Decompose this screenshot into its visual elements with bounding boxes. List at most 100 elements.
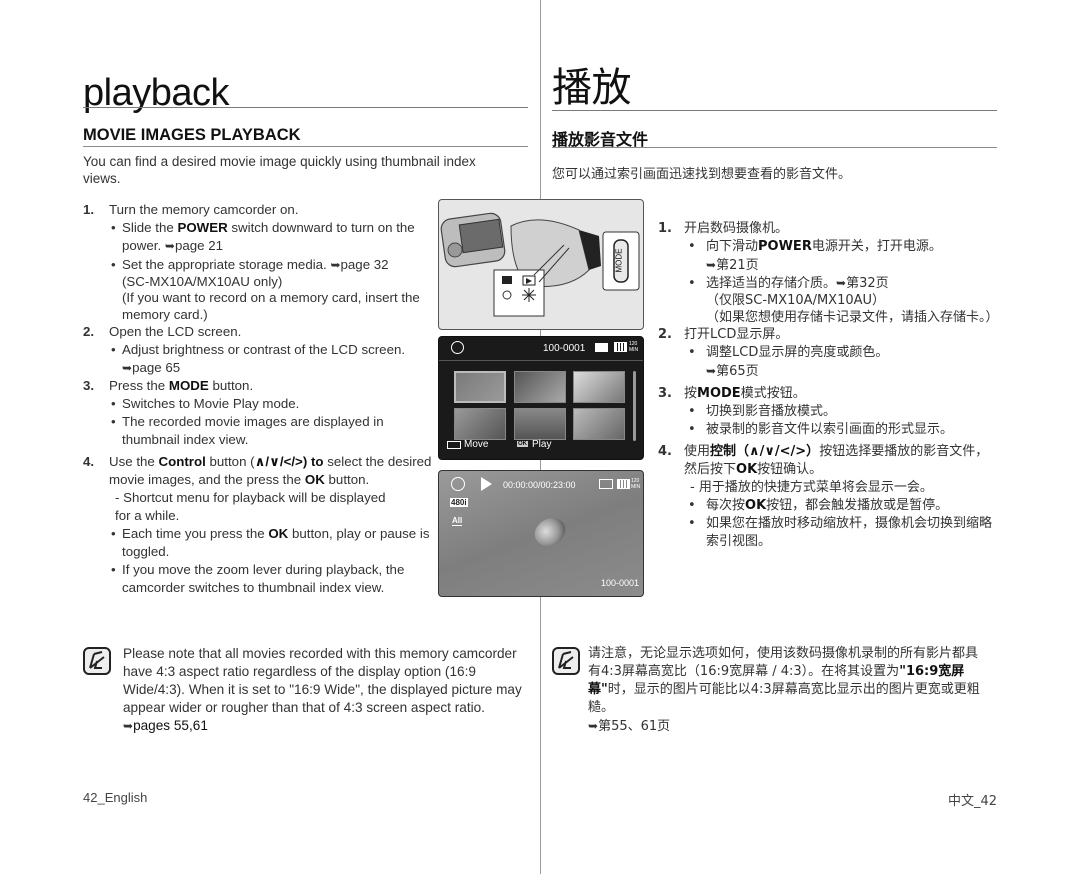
scrollbar[interactable]: [633, 371, 636, 441]
step-bullet: • 每次按OK按钮，都会触发播放或是暂停。: [688, 498, 949, 513]
step-bullet: • 如果您在播放时移动缩放杆，摄像机会切换到缩略索引视图。: [688, 516, 993, 549]
page-footer: 中文_42: [947, 794, 997, 809]
page-ref: page 32: [340, 257, 389, 272]
page-ref: 第21页: [716, 258, 759, 273]
step-bullet: • Adjust brightness or contrast of the L…: [111, 342, 406, 375]
step-1: 1. Turn the memory camcorder on. • Slide…: [83, 201, 433, 323]
thumbnail-3[interactable]: [573, 371, 625, 403]
note-pencil-icon: [552, 647, 580, 675]
page-ref-arrow-icon: ➥: [588, 719, 599, 733]
step-bullet: • 选择适当的存储介质。➥第32页 （仅限SC-MX10A/MX10AU） （如…: [688, 276, 999, 325]
movie-mode-icon: [451, 341, 464, 354]
step-bullet: • 切换到影音播放模式。: [688, 404, 837, 419]
timecode: 00:00:00/00:23:00: [503, 480, 576, 490]
ladybug-image: [529, 512, 571, 552]
page-ref: page 65: [132, 360, 181, 375]
step-text: 开启数码摄像机。: [684, 221, 789, 236]
step-bullet: • Switches to Movie Play mode.: [111, 396, 300, 411]
step-bullet: • 调整LCD显示屏的亮度或颜色。 ➥第65页: [688, 345, 889, 379]
move-icon: [447, 441, 461, 449]
page-ref: 第65页: [716, 364, 759, 379]
step-number: 3.: [658, 386, 672, 401]
control-arrows-icon: ∧/∨/</>: [254, 454, 303, 469]
page-ref: 第32页: [846, 276, 889, 291]
step-3: 3. 按MODE模式按钮。 • 切换到影音播放模式。 • 被录制的影音文件以索引画面…: [658, 385, 998, 439]
section-rule: [83, 146, 528, 147]
step-text: Open the LCD screen.: [109, 324, 242, 339]
step-text: Turn the memory camcorder on.: [109, 202, 299, 217]
note-text: 请注意，无论显示选项如何，使用该数码摄像机录制的所有影片都具有4:3屏幕高宽比（…: [588, 646, 980, 734]
thumbnail-6[interactable]: [573, 408, 625, 440]
page-ref-arrow-icon: ➥: [836, 276, 847, 290]
movie-mode-icon: [451, 477, 465, 491]
page-ref-arrow-icon: ➥: [164, 239, 175, 253]
page-footer: 42_English: [83, 790, 148, 805]
battery-icon: [617, 479, 630, 489]
step-3: 3. Press the MODE button. • Switches to M…: [83, 377, 433, 449]
step-bullet: • Set the appropriate storage media. ➥pa…: [111, 257, 420, 322]
step-2: 2. Open the LCD screen. • Adjust brightn…: [83, 323, 433, 377]
play-label: Play: [532, 439, 552, 450]
thumbnail-5[interactable]: [514, 408, 566, 440]
page-ref-arrow-icon: ➥: [122, 361, 133, 375]
step-number: 4.: [83, 454, 95, 469]
step-bullet: • Each time you press the OK button, pla…: [111, 526, 430, 559]
title-rule: [83, 107, 528, 108]
step-number: 1.: [658, 221, 672, 236]
step-2: 2. 打开LCD显示屏。 • 调整LCD显示屏的亮度或颜色。 ➥第65页: [658, 326, 998, 381]
steps-list: 1. 开启数码摄像机。 • 向下滑动POWER电源开关，打开电源。 ➥第21页 …: [658, 220, 999, 551]
step-note: - Shortcut menu for playback will be dis…: [115, 490, 386, 523]
battery-time: 120 MIN: [631, 478, 641, 490]
step-text: Use the Control button (∧/∨/</>) to sele…: [109, 454, 432, 487]
step-bullet: • Slide the POWER switch downward to tur…: [111, 220, 415, 253]
page-ref: 第55、61页: [598, 719, 671, 734]
step-number: 2.: [658, 327, 672, 342]
playback-screen: 00:00:00/00:23:00 120 MIN 480i All 100-0…: [438, 470, 644, 597]
step-text: 按MODE模式按钮。: [684, 386, 806, 401]
control-arrows-icon: （∧/∨/</>）: [736, 444, 820, 459]
quality-badge: 480i: [450, 498, 468, 507]
memory-card-icon: [599, 479, 613, 489]
step-number: 2.: [83, 324, 95, 339]
step-bullet: • If you move the zoom lever during playb…: [111, 562, 405, 595]
play-icon: [481, 477, 492, 491]
step-bullet: • 向下滑动POWER电源开关，打开电源。 ➥第21页: [688, 239, 942, 273]
intro-text: 您可以通过索引画面迅速找到想要查看的影音文件。: [552, 167, 852, 182]
camcorder-illustration: MODE: [438, 199, 644, 330]
page-ref-arrow-icon: ➥: [706, 364, 717, 378]
step-number: 3.: [83, 378, 95, 393]
section-title: MOVIE IMAGES PLAYBACK: [83, 126, 301, 144]
mode-button-label: MODE: [614, 248, 624, 273]
page-title: 播放: [552, 65, 632, 111]
page-ref-arrow-icon: ➥: [706, 258, 717, 272]
step-4: 4. 使用控制（∧/∨/</>）按钮选择要播放的影音文件，然后按下OK按钮确认。…: [658, 443, 998, 551]
thumbnail-1[interactable]: [454, 371, 506, 403]
step-text: 使用控制（∧/∨/</>）按钮选择要播放的影音文件，然后按下OK按钮确认。: [684, 444, 989, 477]
thumbnail-index-screen: 100-0001 120 MIN Move OK Play: [438, 336, 644, 460]
intro-text: You can find a desired movie image quick…: [83, 154, 476, 186]
all-badge: All: [452, 516, 463, 526]
thumbnail-2[interactable]: [514, 371, 566, 403]
page-ref-arrow-icon: ➥: [123, 719, 134, 733]
move-label: Move: [464, 439, 489, 450]
thumbnail-4[interactable]: [454, 408, 506, 440]
steps-list: 1. Turn the memory camcorder on. • Slide…: [83, 201, 433, 597]
page-ref-arrow-icon: ➥: [330, 258, 341, 272]
section-rule: [552, 147, 997, 148]
step-number: 4.: [658, 444, 672, 459]
note-pencil-icon: [83, 647, 111, 675]
title-rule: [552, 110, 997, 111]
page-ref: pages 55,61: [133, 718, 208, 733]
battery-icon: [614, 342, 627, 352]
ok-icon: OK: [517, 441, 528, 447]
battery-time: 120 MIN: [629, 341, 639, 353]
step-bullet: • 被录制的影音文件以索引画面的形式显示。: [688, 422, 954, 437]
file-number: 100-0001: [543, 343, 586, 354]
note-text: Please note that all movies recorded wit…: [123, 646, 522, 733]
step-text: 打开LCD显示屏。: [684, 327, 789, 342]
step-bullet: • The recorded movie images are displayed…: [111, 414, 384, 447]
page-ref: page 21: [174, 238, 224, 253]
step-text: Press the MODE button.: [109, 378, 254, 393]
step-1: 1. 开启数码摄像机。 • 向下滑动POWER电源开关，打开电源。 ➥第21页 …: [658, 220, 999, 326]
memory-card-icon: [595, 343, 608, 352]
